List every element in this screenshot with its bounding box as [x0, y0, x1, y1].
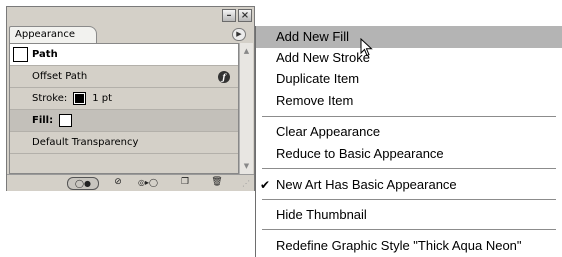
checkmark-icon: ✔ — [260, 178, 271, 192]
mouse-cursor-icon — [360, 38, 373, 57]
row-label: Offset Path — [32, 71, 88, 82]
menu-item-reduce-to-basic[interactable]: Reduce to Basic Appearance — [256, 143, 562, 165]
scroll-down-icon[interactable]: ▼ — [240, 160, 253, 172]
clear-appearance-icon[interactable]: ⊘ — [112, 177, 124, 188]
menu-item-label: Remove Item — [276, 93, 354, 108]
menu-item-add-new-stroke[interactable]: Add New Stroke — [256, 47, 562, 69]
close-button[interactable]: × — [238, 9, 252, 22]
menu-item-label: Duplicate Item — [276, 71, 360, 86]
panel-title-bar: – × — [7, 7, 254, 25]
list-item-path[interactable]: Path — [10, 44, 238, 66]
appearance-panel: – × Appearance ▶ Path Offset Path ƒ Stro… — [6, 6, 255, 191]
menu-separator — [262, 168, 556, 169]
list-item-offset-path[interactable]: Offset Path ƒ — [10, 66, 238, 88]
row-label: Path — [32, 49, 58, 60]
appearance-list: Path Offset Path ƒ Stroke: 1 pt Fill: Def… — [9, 43, 239, 174]
minimize-button[interactable]: – — [222, 9, 236, 22]
row-label: Default Transparency — [32, 137, 139, 148]
menu-item-label: New Art Has Basic Appearance — [276, 177, 457, 192]
new-art-basic-icon[interactable]: ◯● — [67, 177, 99, 190]
menu-item-label: Add New Stroke — [276, 50, 370, 65]
scroll-up-icon[interactable]: ▲ — [240, 45, 253, 57]
menu-item-remove-item[interactable]: Remove Item — [256, 90, 562, 112]
list-item-transparency[interactable]: Default Transparency — [10, 132, 238, 154]
flyout-menu: Add New Fill Add New Stroke Duplicate It… — [255, 26, 562, 257]
stroke-swatch-icon[interactable] — [73, 91, 87, 105]
menu-separator — [262, 199, 556, 200]
menu-item-clear-appearance[interactable]: Clear Appearance — [256, 121, 562, 143]
menu-item-label: Reduce to Basic Appearance — [276, 146, 444, 161]
row-label: Stroke: — [32, 93, 68, 104]
menu-item-add-new-fill[interactable]: Add New Fill — [256, 26, 562, 48]
menu-item-new-art-basic[interactable]: ✔ New Art Has Basic Appearance — [256, 174, 562, 196]
stroke-weight: 1 pt — [92, 93, 113, 104]
menu-item-hide-thumbnail[interactable]: Hide Thumbnail — [256, 204, 562, 226]
list-empty-area — [10, 154, 238, 173]
list-item-stroke[interactable]: Stroke: 1 pt — [10, 88, 238, 110]
scrollbar[interactable]: ▲ ▼ — [239, 43, 253, 174]
duplicate-item-icon[interactable]: ❐ — [179, 177, 191, 188]
trash-icon[interactable]: 🗑 — [211, 177, 223, 188]
panel-toolbar: ◯● ⊘ ◎▸◯ ❐ 🗑 ⋰ — [7, 174, 254, 191]
thumbnail-icon — [13, 47, 28, 62]
menu-item-redefine-graphic-style[interactable]: Redefine Graphic Style "Thick Aqua Neon" — [256, 235, 562, 257]
panel-menu-button[interactable]: ▶ — [232, 28, 246, 41]
panel-tab-row: Appearance ▶ — [7, 25, 254, 43]
reduce-to-basic-icon[interactable]: ◎▸◯ — [135, 177, 161, 188]
tab-appearance[interactable]: Appearance — [9, 26, 97, 43]
fill-swatch-icon[interactable] — [59, 113, 73, 127]
resize-grip-icon[interactable]: ⋰ — [242, 179, 252, 189]
menu-item-label: Add New Fill — [276, 29, 349, 44]
menu-item-duplicate-item[interactable]: Duplicate Item — [256, 68, 562, 90]
list-item-fill[interactable]: Fill: — [10, 110, 238, 132]
effect-icon[interactable]: ƒ — [218, 71, 230, 83]
menu-item-label: Redefine Graphic Style "Thick Aqua Neon" — [276, 238, 522, 253]
menu-separator — [262, 229, 556, 230]
menu-separator — [262, 116, 556, 117]
menu-item-label: Hide Thumbnail — [276, 207, 367, 222]
menu-item-label: Clear Appearance — [276, 124, 381, 139]
row-label: Fill: — [32, 115, 54, 126]
